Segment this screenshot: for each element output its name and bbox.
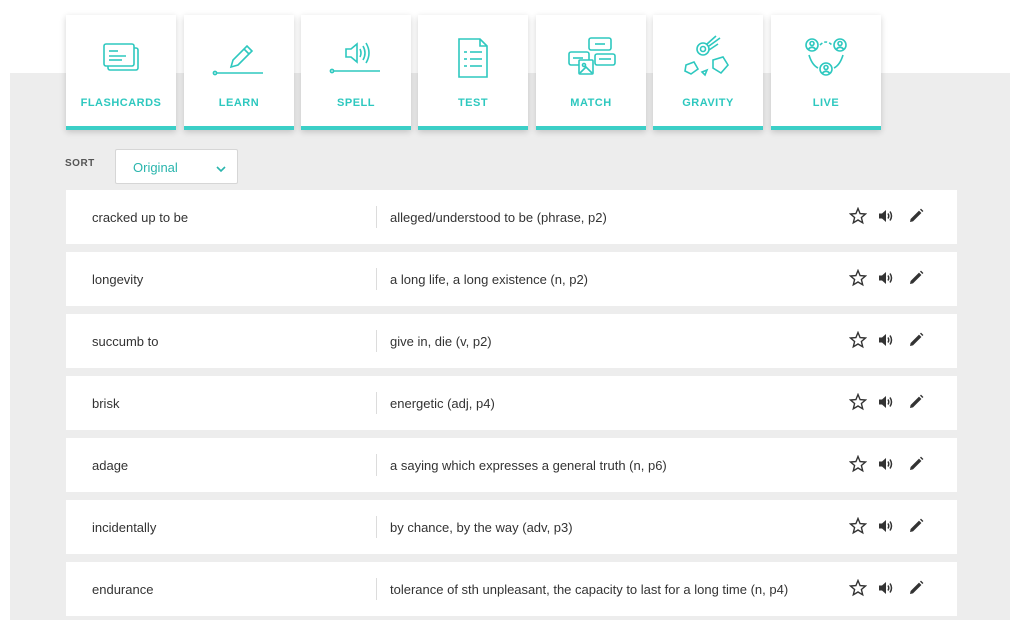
term-row: succumb to give in, die (v, p2) — [66, 314, 957, 368]
audio-icon[interactable] — [877, 207, 895, 225]
spell-speaker-icon — [301, 35, 411, 81]
term-text: endurance — [92, 582, 154, 597]
definition-text: by chance, by the way (adv, p3) — [390, 520, 573, 535]
term-row: adage a saying which expresses a general… — [66, 438, 957, 492]
mode-label: LIVE — [812, 97, 840, 109]
divider — [376, 454, 377, 476]
divider — [376, 268, 377, 290]
definition-text: tolerance of sth unpleasant, the capacit… — [390, 582, 789, 597]
pencil-icon[interactable] — [907, 331, 925, 349]
sort-selected-value: Original — [133, 160, 178, 175]
test-document-icon — [418, 35, 528, 81]
term-row: longevity a long life, a long existence … — [66, 252, 957, 306]
term-text: longevity — [92, 272, 144, 287]
divider — [376, 392, 377, 414]
mode-label: FLASHCARDS — [80, 97, 162, 109]
audio-icon[interactable] — [877, 269, 895, 287]
star-icon[interactable] — [848, 454, 868, 473]
star-icon[interactable] — [848, 578, 868, 597]
mode-label: TEST — [457, 97, 489, 109]
learn-pencil-icon — [184, 35, 294, 81]
audio-icon[interactable] — [877, 393, 895, 411]
star-icon[interactable] — [848, 392, 868, 411]
definition-text: give in, die (v, p2) — [390, 334, 492, 349]
mode-learn[interactable]: LEARN — [184, 15, 294, 130]
pencil-icon[interactable] — [907, 579, 925, 597]
pencil-icon[interactable] — [907, 455, 925, 473]
definition-text: a long life, a long existence (n, p2) — [390, 272, 589, 287]
definition-text: energetic (adj, p4) — [390, 396, 495, 411]
audio-icon[interactable] — [877, 517, 895, 535]
sort-dropdown[interactable]: Original — [115, 149, 238, 184]
match-cards-icon — [536, 35, 646, 81]
term-text: succumb to — [92, 334, 159, 349]
sort-label: SORT — [65, 158, 95, 169]
pencil-icon[interactable] — [907, 269, 925, 287]
divider — [376, 516, 377, 538]
chevron-down-icon — [216, 161, 226, 179]
flashcards-icon — [66, 35, 176, 81]
star-icon[interactable] — [848, 206, 868, 225]
live-people-icon — [771, 35, 881, 81]
star-icon[interactable] — [848, 516, 868, 535]
audio-icon[interactable] — [877, 579, 895, 597]
term-text: brisk — [92, 396, 120, 411]
definition-text: a saying which expresses a general truth… — [390, 458, 667, 473]
definition-text: alleged/understood to be (phrase, p2) — [390, 210, 607, 225]
mode-spell[interactable]: SPELL — [301, 15, 411, 130]
audio-icon[interactable] — [877, 331, 895, 349]
mode-test[interactable]: TEST — [418, 15, 528, 130]
term-row: incidentally by chance, by the way (adv,… — [66, 500, 957, 554]
mode-label: MATCH — [570, 97, 612, 109]
pencil-icon[interactable] — [907, 517, 925, 535]
term-row: brisk energetic (adj, p4) — [66, 376, 957, 430]
divider — [376, 578, 377, 600]
mode-label: GRAVITY — [682, 97, 734, 109]
audio-icon[interactable] — [877, 455, 895, 473]
term-text: incidentally — [92, 520, 157, 535]
term-row: cracked up to be alleged/understood to b… — [66, 190, 957, 244]
pencil-icon[interactable] — [907, 393, 925, 411]
divider — [376, 206, 377, 228]
term-text: adage — [92, 458, 129, 473]
mode-label: LEARN — [218, 97, 260, 109]
term-row: endurance tolerance of sth unpleasant, t… — [66, 562, 957, 616]
term-text: cracked up to be — [92, 210, 189, 225]
mode-match[interactable]: MATCH — [536, 15, 646, 130]
star-icon[interactable] — [848, 268, 868, 287]
divider — [376, 330, 377, 352]
pencil-icon[interactable] — [907, 207, 925, 225]
mode-live[interactable]: LIVE — [771, 15, 881, 130]
gravity-asteroid-icon — [653, 35, 763, 81]
mode-label: SPELL — [337, 97, 375, 109]
star-icon[interactable] — [848, 330, 868, 349]
mode-flashcards[interactable]: FLASHCARDS — [66, 15, 176, 130]
mode-gravity[interactable]: GRAVITY — [653, 15, 763, 130]
